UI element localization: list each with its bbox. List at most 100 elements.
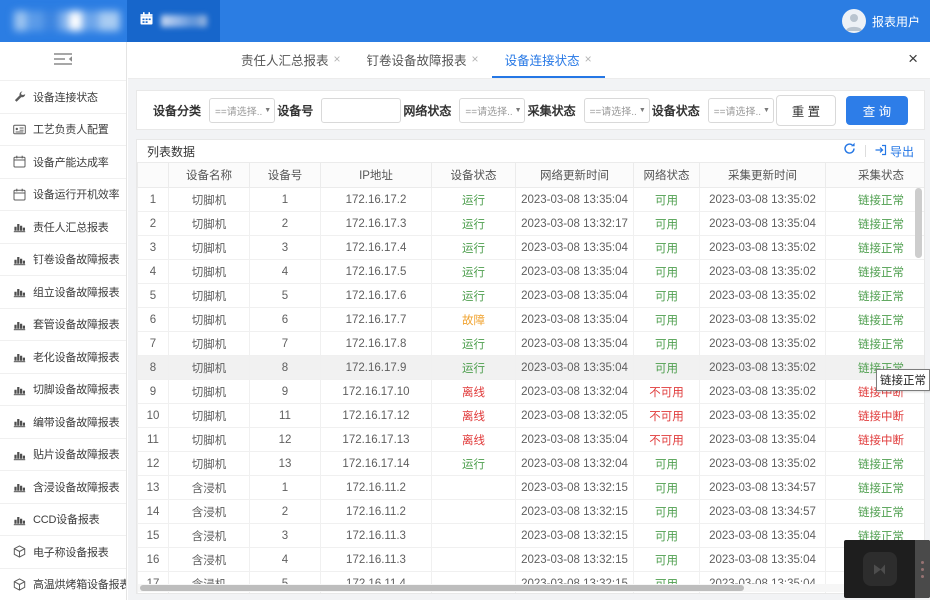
- dots-menu-icon: [921, 560, 924, 564]
- search-button[interactable]: 查 询: [845, 95, 908, 125]
- top-menu-item[interactable]: [127, 0, 220, 42]
- column-header: 网络更新时间: [515, 162, 634, 188]
- tab-label: 责任人汇总报表: [241, 53, 329, 68]
- table-cell: 运行: [431, 331, 516, 356]
- recorder-widget[interactable]: [844, 540, 930, 598]
- device-no-input[interactable]: [321, 97, 402, 123]
- sidebar-item[interactable]: 套管设备故障报表: [0, 307, 126, 341]
- sidebar-item[interactable]: 设备连接状态: [0, 80, 126, 113]
- wrench-icon: [13, 90, 26, 103]
- sidebar-item[interactable]: 含浸设备故障报表: [0, 470, 126, 503]
- table-cell: 2023-03-08 13:35:04: [699, 523, 826, 548]
- tab-coil-fault-report[interactable]: 钉卷设备故障报表 ×: [354, 42, 492, 78]
- sidebar-item[interactable]: 责任人汇总报表: [0, 210, 126, 243]
- user-menu[interactable]: 报表用户: [841, 0, 920, 42]
- recorder-widget-menu[interactable]: [915, 540, 930, 598]
- sidebar-item[interactable]: 工艺负责人配置: [0, 112, 126, 146]
- table-row[interactable]: 8 切脚机 8 172.16.17.9 运行 2023-03-08 13:35:04 可用 2…: [137, 355, 924, 380]
- sidebar-item[interactable]: 切脚设备故障报表: [0, 372, 126, 406]
- sidebar-item[interactable]: 贴片设备故障报表: [0, 437, 126, 471]
- sidebar-menu: 设备连接状态工艺负责人配置设备产能达成率 设备运行开机效率 责任人汇总报表 钉卷设备故…: [0, 80, 126, 600]
- vertical-scrollbar[interactable]: [915, 188, 922, 258]
- table-row[interactable]: 4 切脚机 4 172.16.17.5 运行 2023-03-08 13:35:04 可用 2…: [137, 259, 924, 284]
- collect-status-select[interactable]: ==请选择.. ▼: [583, 97, 650, 123]
- bar-chart-icon: [13, 383, 26, 396]
- reset-button[interactable]: 重 置: [775, 94, 836, 126]
- device-status-select[interactable]: ==请选择.. ▼: [707, 97, 774, 123]
- table-row[interactable]: 6 切脚机 6 172.16.17.7 故障 2023-03-08 13:35:04 可用 2…: [137, 307, 924, 332]
- table-cell: 13: [137, 475, 169, 500]
- device-category-label: 设备分类: [153, 103, 202, 118]
- table-cell: 2023-03-08 13:35:02: [699, 307, 826, 332]
- bar-chart-icon: [13, 350, 26, 363]
- table-cell: 9: [249, 379, 321, 404]
- table-cell: 12: [249, 427, 321, 452]
- table-cell: 切脚机: [168, 331, 250, 356]
- tab-close-icon[interactable]: ×: [585, 52, 592, 66]
- table-cell: 切脚机: [168, 283, 250, 308]
- table-row[interactable]: 13 含浸机 1 172.16.11.2 2023-03-08 13:32:15 可用 20…: [137, 475, 924, 500]
- sidebar-item[interactable]: 设备产能达成率: [0, 145, 126, 178]
- table-row[interactable]: 2 切脚机 2 172.16.17.3 运行 2023-03-08 13:32:17 可用 2…: [137, 211, 924, 236]
- table-cell: 172.16.11.2: [320, 499, 432, 524]
- table-row[interactable]: 15 含浸机 3 172.16.11.3 2023-03-08 13:32:15 可用 20…: [137, 523, 924, 548]
- sidebar-item[interactable]: 组立设备故障报表: [0, 275, 126, 308]
- tab-close-icon[interactable]: ×: [334, 52, 341, 66]
- network-status-select[interactable]: ==请选择.. ▼: [459, 97, 526, 123]
- filter-bar: 设备分类 ==请选择.. ▼ 设备号 网络状态 ==请选择.. ▼ 采集状态 =…: [136, 90, 925, 130]
- bar-chart-icon: [13, 253, 26, 266]
- table-row[interactable]: 9 切脚机 9 172.16.17.10 离线 2023-03-08 13:32:04 不可…: [137, 379, 924, 404]
- table-cell: 2023-03-08 13:32:04: [515, 379, 634, 404]
- device-no-label: 设备号: [277, 103, 314, 118]
- table-row[interactable]: 3 切脚机 3 172.16.17.4 运行 2023-03-08 13:35:04 可用 2…: [137, 235, 924, 260]
- export-button[interactable]: 导出: [875, 143, 914, 160]
- refresh-icon[interactable]: [843, 142, 856, 160]
- export-icon: [875, 144, 887, 159]
- table-row[interactable]: 7 切脚机 7 172.16.17.8 运行 2023-03-08 13:35:04 可用 2…: [137, 331, 924, 356]
- table-cell: 172.16.17.2: [320, 187, 432, 212]
- table-cell: 2023-03-08 13:32:17: [515, 211, 634, 236]
- bar-chart-icon: [13, 285, 26, 298]
- horizontal-scrollbar-track[interactable]: [138, 584, 923, 592]
- tab-close-icon[interactable]: ×: [472, 52, 479, 66]
- table-row[interactable]: 10 切脚机 11 172.16.17.12 离线 2023-03-08 13:32:05…: [137, 403, 924, 428]
- tab-responsible-summary[interactable]: 责任人汇总报表 ×: [228, 42, 354, 78]
- table-cell: 切脚机: [168, 355, 250, 380]
- table-cell: 可用: [633, 331, 700, 356]
- sidebar-item[interactable]: 老化设备故障报表: [0, 340, 126, 373]
- sidebar-item-label: 工艺负责人配置: [33, 124, 109, 137]
- table-cell: 2023-03-08 13:35:02: [699, 331, 826, 356]
- sidebar-item[interactable]: 设备运行开机效率: [0, 177, 126, 211]
- table-row[interactable]: 16 含浸机 4 172.16.11.3 2023-03-08 13:32:15 可用 20…: [137, 547, 924, 572]
- table-row[interactable]: 12 切脚机 13 172.16.17.14 运行 2023-03-08 13:32:04…: [137, 451, 924, 476]
- sidebar-item[interactable]: 编带设备故障报表: [0, 405, 126, 438]
- table-row[interactable]: 11 切脚机 12 172.16.17.13 离线 2023-03-08 13:35:04…: [137, 427, 924, 452]
- table-row[interactable]: 5 切脚机 5 172.16.17.6 运行 2023-03-08 13:35:04 可用 2…: [137, 283, 924, 308]
- table-cell: 运行: [431, 451, 516, 476]
- table-cell: 运行: [431, 211, 516, 236]
- table-row[interactable]: 1 切脚机 1 172.16.17.2 运行 2023-03-08 13:35:04 可用 2…: [137, 187, 924, 212]
- table-cell: 可用: [633, 355, 700, 380]
- table-cell: 链接正常: [825, 307, 924, 332]
- sidebar-item[interactable]: 电子称设备报表: [0, 535, 126, 568]
- sidebar-item[interactable]: CCD设备报表: [0, 502, 126, 536]
- table-cell: 172.16.17.8: [320, 331, 432, 356]
- sidebar-collapse-button[interactable]: [0, 42, 126, 80]
- table-cell: 172.16.17.5: [320, 259, 432, 284]
- device-category-select[interactable]: ==请选择.. ▼: [209, 97, 276, 123]
- tab-device-connection-status[interactable]: 设备连接状态 ×: [491, 42, 605, 78]
- table-cell: 2023-03-08 13:35:02: [699, 379, 826, 404]
- chevron-down-icon: ▼: [264, 106, 272, 114]
- bar-chart-icon: [13, 448, 26, 461]
- table-cell: 3: [249, 235, 321, 260]
- column-header: 网络状态: [633, 162, 700, 188]
- recorder-widget-body[interactable]: [844, 540, 915, 598]
- table-row[interactable]: 14 含浸机 2 172.16.11.2 2023-03-08 13:32:15 可用 20…: [137, 499, 924, 524]
- horizontal-scrollbar-thumb[interactable]: [140, 585, 745, 591]
- table-cell: 2023-03-08 13:34:57: [699, 499, 826, 524]
- sidebar-item[interactable]: 钉卷设备故障报表: [0, 242, 126, 276]
- table-cell: 5: [137, 283, 169, 308]
- sidebar-item[interactable]: 高温烘烤箱设备报表: [0, 567, 126, 600]
- close-all-tabs-icon[interactable]: ×: [908, 50, 918, 67]
- table-cell: 7: [137, 331, 169, 356]
